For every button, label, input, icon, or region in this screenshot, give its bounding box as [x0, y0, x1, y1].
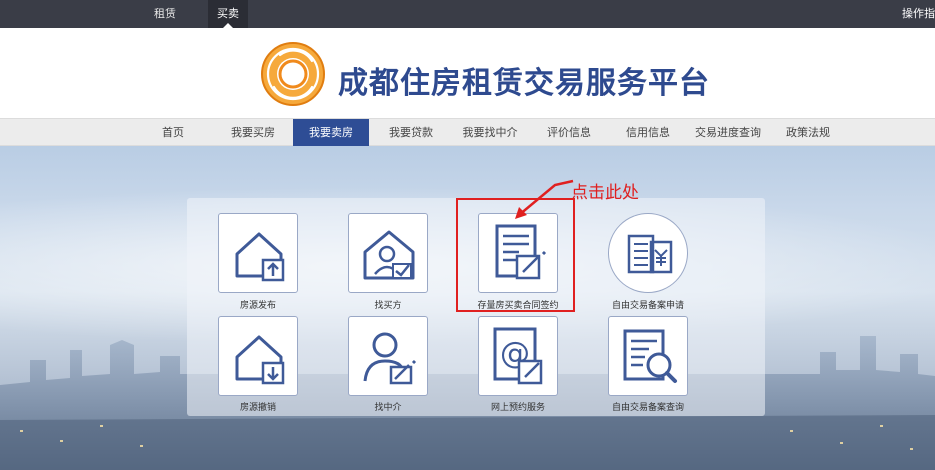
- nav-sell-house[interactable]: 我要卖房: [293, 119, 369, 146]
- site-header: 成都住房租赁交易服务平台: [0, 28, 935, 118]
- find-agent-icon: [363, 332, 417, 385]
- online-booking-label: 网上预约服务: [490, 403, 545, 413]
- house-upload-icon: [235, 232, 285, 282]
- main-nav: 首页 我要买房 我要卖房 我要贷款 我要找中介 评价信息 信用信息 交易进度查询…: [0, 118, 935, 146]
- find-agent-tile[interactable]: [348, 316, 428, 396]
- house-publish-tile[interactable]: [218, 213, 298, 293]
- nav-policy[interactable]: 政策法规: [778, 119, 838, 146]
- nav-loan[interactable]: 我要贷款: [381, 119, 441, 146]
- house-download-icon: [235, 335, 285, 385]
- record-query-tile[interactable]: [608, 316, 688, 396]
- record-apply-tile[interactable]: [608, 213, 688, 293]
- page: 租赁 买卖 操作指 成都住房租赁交易服务平台 首页 我要买房 我要卖房 我要贷款…: [0, 0, 935, 470]
- site-title: 成都住房租赁交易服务平台: [338, 66, 710, 101]
- site-logo[interactable]: [260, 41, 326, 107]
- house-publish-label: 房源发布: [239, 301, 276, 311]
- record-apply-label: 自由交易备案申请: [611, 301, 684, 311]
- nav-find-agent[interactable]: 我要找中介: [456, 119, 524, 146]
- tab-buy-sell[interactable]: 买卖: [208, 0, 248, 28]
- record-query-icon: [623, 329, 677, 383]
- record-apply-icon: [627, 234, 673, 274]
- online-booking-tile[interactable]: @: [478, 316, 558, 396]
- house-revoke-label: 房源撤销: [239, 403, 276, 413]
- nav-buy-house[interactable]: 我要买房: [223, 119, 283, 146]
- tab-rent[interactable]: 租赁: [145, 0, 185, 28]
- nav-progress-query[interactable]: 交易进度查询: [690, 119, 766, 146]
- house-revoke-tile[interactable]: [218, 316, 298, 396]
- find-buyer-label: 找买方: [374, 301, 402, 311]
- annotation-text: 点击此处: [571, 183, 639, 203]
- nav-home[interactable]: 首页: [152, 119, 194, 146]
- record-query-label: 自由交易备案查询: [611, 403, 684, 413]
- nav-credit[interactable]: 信用信息: [618, 119, 678, 146]
- top-bar: 租赁 买卖 操作指: [0, 0, 935, 28]
- find-buyer-icon: [363, 230, 415, 280]
- find-agent-label: 找中介: [374, 403, 402, 413]
- nav-evaluation[interactable]: 评价信息: [539, 119, 599, 146]
- annotation-arrow-icon: [515, 179, 574, 219]
- online-booking-icon: @: [493, 327, 543, 385]
- operation-guide-link[interactable]: 操作指: [902, 0, 935, 28]
- find-buyer-tile[interactable]: [348, 213, 428, 293]
